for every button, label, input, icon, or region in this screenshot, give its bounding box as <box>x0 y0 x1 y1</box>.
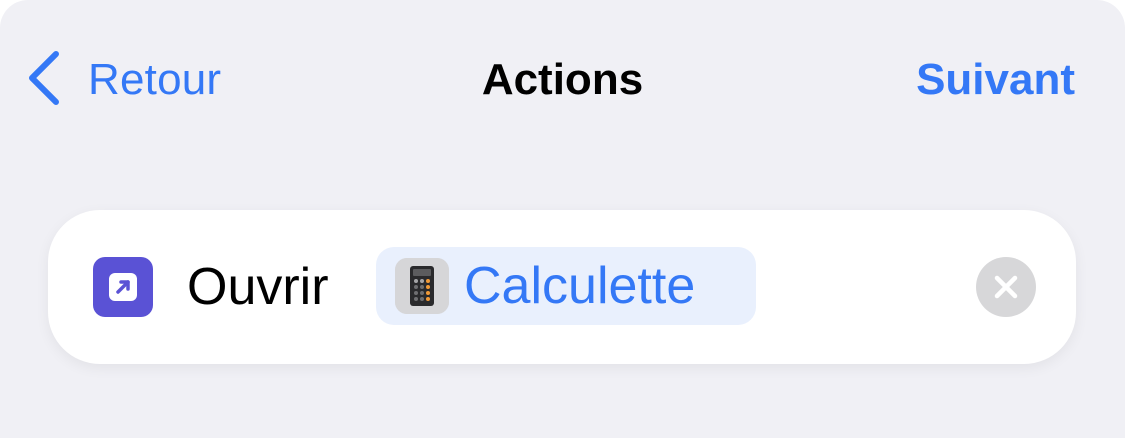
close-icon <box>976 275 1036 321</box>
action-verb: Ouvrir <box>187 258 329 316</box>
sheet: Retour Actions Suivant Ouvrir Calculette <box>0 0 1125 438</box>
next-button[interactable]: Suivant <box>916 50 1075 110</box>
calculator-icon <box>395 258 449 314</box>
remove-action-button[interactable] <box>976 257 1036 317</box>
action-card[interactable]: Ouvrir Calculette <box>48 210 1076 364</box>
app-name: Calculette <box>464 257 696 315</box>
app-parameter-chip[interactable]: Calculette <box>376 247 756 325</box>
navigation-bar: Retour Actions Suivant <box>0 0 1125 150</box>
open-app-icon <box>93 257 153 317</box>
